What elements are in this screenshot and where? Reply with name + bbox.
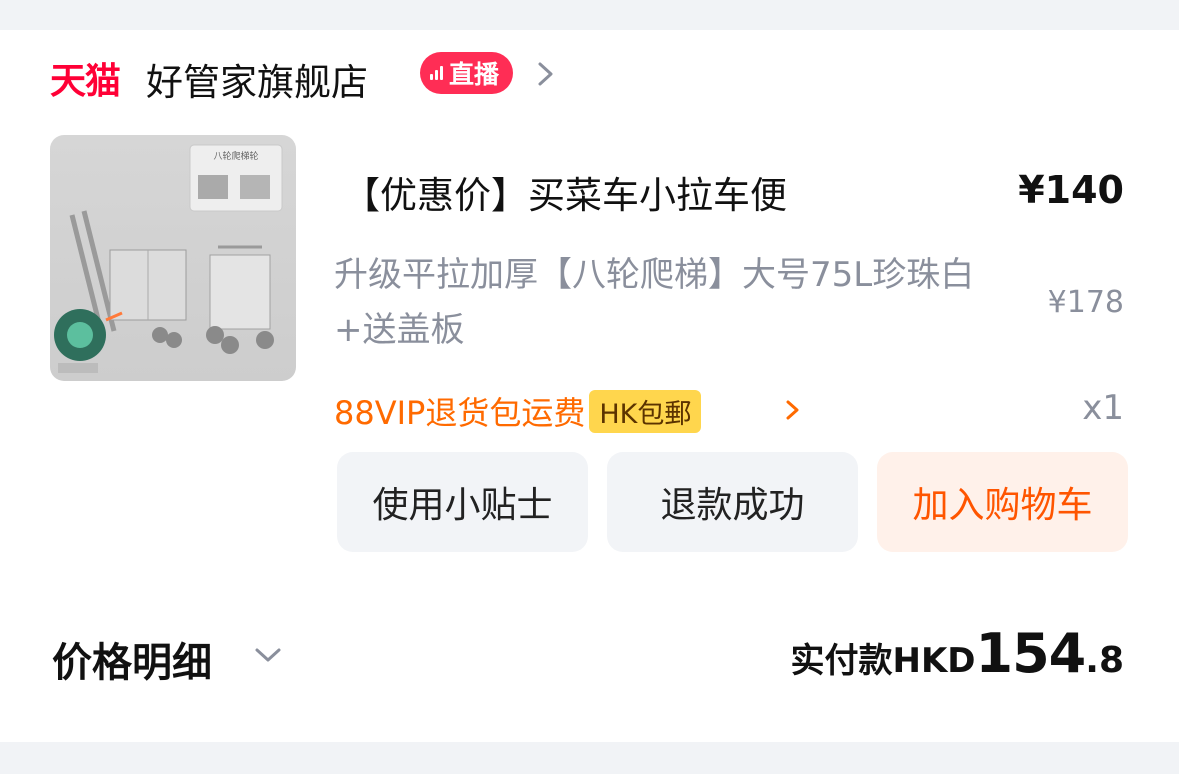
product-price: ¥140	[1018, 168, 1124, 212]
product-spec[interactable]: 升级平拉加厚【八轮爬梯】大号75L珍珠白+送盖板	[334, 248, 984, 358]
amount-integer: 154	[975, 622, 1087, 685]
refund-status-button[interactable]: 退款成功	[607, 452, 858, 552]
image-caption: 八轮爬梯轮	[213, 150, 258, 162]
live-bars-icon	[430, 66, 443, 80]
product-illustration: 八轮爬梯轮	[54, 144, 283, 373]
amount-paid: 实付款 HKD 154 .8	[791, 622, 1125, 685]
original-price: ¥178	[1047, 285, 1124, 320]
chevron-right-icon[interactable]	[533, 54, 559, 94]
vip-text: 88VIP退货包运费	[334, 394, 586, 432]
tips-button[interactable]: 使用小贴士	[337, 452, 588, 552]
amount-decimal: .8	[1085, 640, 1124, 681]
product-title[interactable]: 【优惠价】买菜车小拉车便	[343, 165, 787, 219]
live-label: 直播	[449, 60, 500, 89]
chevron-right-icon[interactable]	[782, 393, 804, 427]
product-image[interactable]: 八轮爬梯轮	[50, 135, 296, 381]
shipping-tag: HK包郵	[589, 389, 702, 433]
vip-return-shipping[interactable]: 88VIP退货包运费 HK包郵	[334, 388, 702, 434]
tmall-logo: 天猫	[50, 61, 121, 102]
store-name[interactable]: 好管家旗舰店	[146, 52, 368, 106]
live-badge[interactable]: 直播	[420, 52, 514, 94]
currency: HKD	[892, 641, 976, 681]
price-detail-toggle[interactable]: 价格明细	[52, 630, 212, 688]
chevron-down-icon[interactable]	[252, 643, 284, 667]
quantity: x1	[1082, 388, 1124, 428]
paid-label: 实付款	[790, 641, 893, 681]
add-to-cart-button[interactable]: 加入购物车	[877, 452, 1128, 552]
